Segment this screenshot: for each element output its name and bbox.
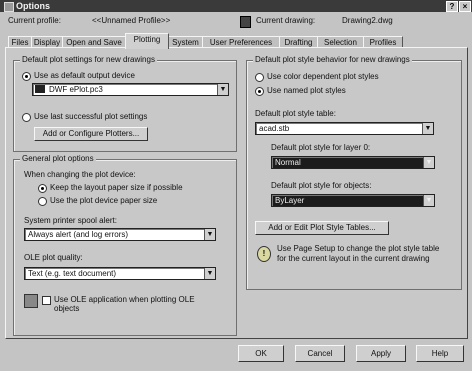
ole-icon [24,294,38,308]
use-default-device-radio[interactable] [22,72,31,81]
spool-alert-value: Always alert (and log errors) [28,230,129,239]
help-button[interactable]: Help [416,345,464,362]
default-table-select[interactable]: acad.stb ▼ [255,122,434,135]
use-device-paper-label: Use the plot device paper size [50,196,158,205]
layer0-label: Default plot style for layer 0: [271,143,371,152]
layer0-value: Normal [275,158,301,167]
title-bar: Options ? × [0,0,472,12]
add-edit-plot-style-tables-button[interactable]: Add or Edit Plot Style Tables... [255,221,389,235]
plot-style-behavior-group: Default plot style behavior for new draw… [246,55,462,290]
use-ole-app-checkbox[interactable] [42,296,51,305]
color-dependent-label: Use color dependent plot styles [267,72,379,81]
when-changing-label: When changing the plot device: [24,170,136,179]
tab-strip: Files Display Open and Save Plotting Sys… [6,33,466,49]
ole-quality-value: Text (e.g. text document) [28,269,117,278]
color-dependent-radio[interactable] [255,73,264,82]
objects-label: Default plot style for objects: [271,181,372,190]
chevron-down-icon[interactable]: ▼ [423,157,434,168]
plotter-icon [35,85,45,93]
named-styles-label: Use named plot styles [267,86,346,95]
default-plot-settings-group: Default plot settings for new drawings U… [13,55,237,152]
keep-layout-paper-label: Keep the layout paper size if possible [50,183,183,192]
objects-value: ByLayer [275,196,305,205]
spool-alert-label: System printer spool alert: [24,216,117,225]
lightbulb-icon: ! [257,246,271,262]
info-text-line1: Use Page Setup to change the plot style … [277,244,440,253]
ole-quality-label: OLE plot quality: [24,253,83,262]
current-profile-value: <<Unnamed Profile>> [92,16,171,25]
cancel-button[interactable]: Cancel [295,345,345,362]
help-title-button[interactable]: ? [446,1,458,12]
current-drawing-label: Current drawing: [256,16,316,25]
ole-quality-select[interactable]: Text (e.g. text document) ▼ [24,267,216,280]
use-ole-app-label-cont: objects [54,304,80,313]
chevron-down-icon[interactable]: ▼ [423,195,434,206]
chevron-down-icon[interactable]: ▼ [422,123,433,134]
objects-select[interactable]: ByLayer ▼ [271,194,435,207]
keep-layout-paper-radio[interactable] [38,184,47,193]
drawing-icon [240,16,251,28]
options-dialog: Options ? × Current profile: <<Unnamed P… [0,0,472,371]
plotting-panel: Default plot settings for new drawings U… [5,47,468,339]
named-styles-radio[interactable] [255,87,264,96]
group-title: Default plot settings for new drawings [20,55,157,64]
use-device-paper-radio[interactable] [38,197,47,206]
use-default-device-label: Use as default output device [34,71,135,80]
window-title: Options [16,1,50,11]
general-plot-options-group: General plot options When changing the p… [13,154,237,336]
default-table-label: Default plot style table: [255,109,336,118]
group-title: Default plot style behavior for new draw… [253,55,412,64]
info-text-line2: for the current layout in the current dr… [277,254,430,263]
output-device-select[interactable]: DWF ePlot.pc3 ▼ [32,83,229,96]
use-ole-app-label: Use OLE application when plotting OLE [54,295,195,304]
use-last-successful-label: Use last successful plot settings [34,112,148,121]
current-profile-label: Current profile: [8,16,61,25]
apply-button[interactable]: Apply [356,345,406,362]
group-title: General plot options [20,154,96,163]
chevron-down-icon[interactable]: ▼ [217,84,228,95]
current-drawing-value: Drawing2.dwg [342,16,393,25]
close-icon[interactable]: × [459,1,471,12]
app-icon [4,2,14,12]
output-device-value: DWF ePlot.pc3 [49,85,103,94]
default-table-value: acad.stb [259,124,290,133]
add-configure-plotters-button[interactable]: Add or Configure Plotters... [34,127,148,141]
chevron-down-icon[interactable]: ▼ [204,229,215,240]
chevron-down-icon[interactable]: ▼ [204,268,215,279]
layer0-select[interactable]: Normal ▼ [271,156,435,169]
tab-plotting[interactable]: Plotting [125,33,169,49]
ok-button[interactable]: OK [238,345,284,362]
use-last-successful-radio[interactable] [22,113,31,122]
spool-alert-select[interactable]: Always alert (and log errors) ▼ [24,228,216,241]
